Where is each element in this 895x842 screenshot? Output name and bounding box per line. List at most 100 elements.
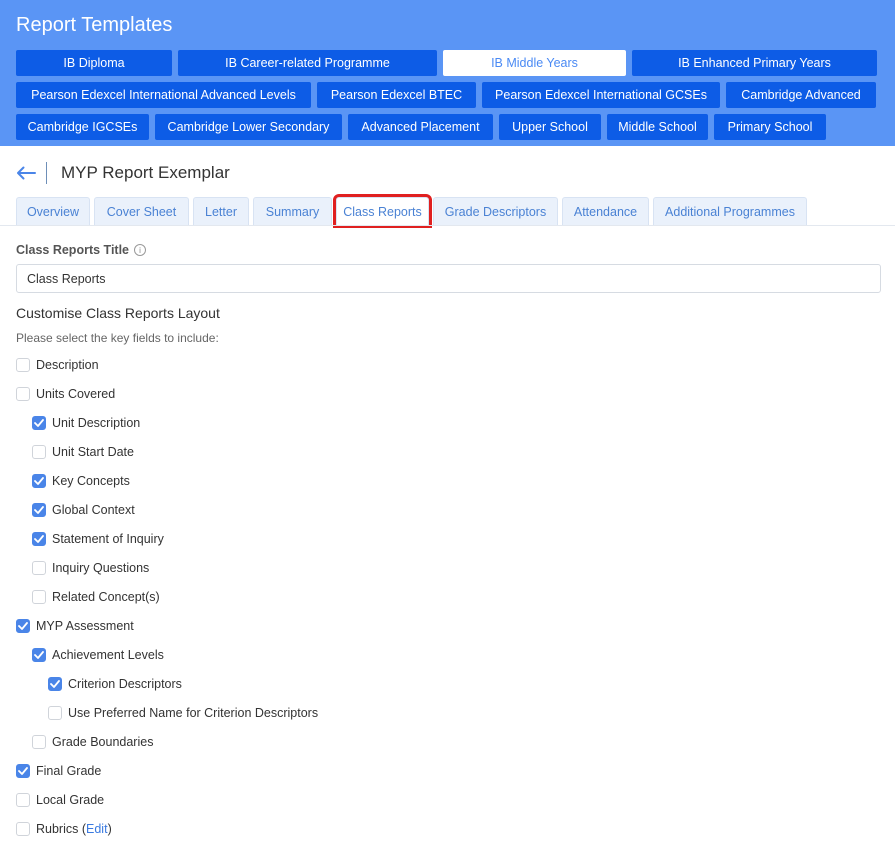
- checkbox-grade-boundaries[interactable]: [32, 735, 46, 749]
- field-row-local-grade: Local Grade: [16, 792, 104, 808]
- field-row-related-concept-s: Related Concept(s): [32, 589, 160, 605]
- checkbox-unit-start-date[interactable]: [32, 445, 46, 459]
- tab-summary[interactable]: Summary: [253, 197, 332, 225]
- checkbox-label: Related Concept(s): [52, 590, 160, 604]
- checkbox-label: Statement of Inquiry: [52, 532, 164, 546]
- tab-bar: Overview Cover Sheet Letter Summary Clas…: [16, 194, 807, 228]
- checkbox-unit-description[interactable]: [32, 416, 46, 430]
- template-button-ib-enhanced-primary[interactable]: IB Enhanced Primary Years: [632, 50, 877, 76]
- checkbox-label: Global Context: [52, 503, 135, 517]
- checkbox-label: Key Concepts: [52, 474, 130, 488]
- template-button-middle-school[interactable]: Middle School: [607, 114, 708, 140]
- checkbox-label: Description: [36, 358, 99, 372]
- checkbox-criterion-descriptors[interactable]: [48, 677, 62, 691]
- field-row-unit-description: Unit Description: [32, 415, 140, 431]
- checkbox-rubrics[interactable]: [16, 822, 30, 836]
- tab-additional-programmes[interactable]: Additional Programmes: [653, 197, 807, 225]
- tab-letter[interactable]: Letter: [193, 197, 249, 225]
- template-button-cambridge-igcses[interactable]: Cambridge IGCSEs: [16, 114, 149, 140]
- template-button-ib-middle-years[interactable]: IB Middle Years: [443, 50, 626, 76]
- checkbox-final-grade[interactable]: [16, 764, 30, 778]
- checkbox-statement-of-inquiry[interactable]: [32, 532, 46, 546]
- field-row-achievement-levels: Achievement Levels: [32, 647, 164, 663]
- tab-overview[interactable]: Overview: [16, 197, 90, 225]
- checkbox-label-text: Local Grade: [36, 793, 105, 807]
- checkbox-label: MYP Assessment: [36, 619, 134, 633]
- checkbox-label-text: Unit Start Date: [52, 445, 134, 459]
- checkbox-label: Final Grade: [36, 764, 101, 778]
- checkbox-myp-assessment[interactable]: [16, 619, 30, 633]
- tab-divider: [0, 225, 895, 226]
- header: Report Templates IB Diploma IB Career-re…: [0, 0, 895, 146]
- checkbox-description[interactable]: [16, 358, 30, 372]
- template-button-cambridge-lower-secondary[interactable]: Cambridge Lower Secondary: [155, 114, 342, 140]
- page-titlebar: MYP Report Exemplar: [16, 160, 230, 186]
- class-reports-title-label-text: Class Reports Title: [16, 243, 130, 257]
- field-row-statement-of-inquiry: Statement of Inquiry: [32, 531, 164, 547]
- checkbox-label-text: Statement of Inquiry: [52, 532, 164, 546]
- checkbox-label: Grade Boundaries: [52, 735, 153, 749]
- checkbox-achievement-levels[interactable]: [32, 648, 46, 662]
- checkbox-label-text: Rubrics: [36, 822, 79, 836]
- checkbox-label: Units Covered: [36, 387, 115, 401]
- tab-grade-descriptors[interactable]: Grade Descriptors: [433, 197, 558, 225]
- checkbox-label: Inquiry Questions: [52, 561, 149, 575]
- field-row-rubrics: Rubrics (Edit): [16, 821, 112, 837]
- template-button-pearson-igcse[interactable]: Pearson Edexcel International GCSEs: [482, 82, 720, 108]
- class-reports-title-label: Class Reports Title i: [16, 243, 147, 257]
- template-button-advanced-placement[interactable]: Advanced Placement: [348, 114, 493, 140]
- checkbox-label-text: Description: [36, 358, 99, 372]
- field-row-units-covered: Units Covered: [16, 386, 115, 402]
- checkbox-label: Unit Start Date: [52, 445, 134, 459]
- template-row-2: Pearson Edexcel International Advanced L…: [16, 82, 876, 108]
- checkbox-label: Unit Description: [52, 416, 140, 430]
- checkbox-label-text: Inquiry Questions: [52, 561, 150, 575]
- template-button-pearson-ial[interactable]: Pearson Edexcel International Advanced L…: [16, 82, 311, 108]
- checkbox-label-text: Grade Boundaries: [52, 735, 154, 749]
- info-icon[interactable]: i: [134, 244, 147, 256]
- checkbox-use-preferred-name-for-criterion-descriptors[interactable]: [48, 706, 62, 720]
- checkbox-label: Achievement Levels: [52, 648, 164, 662]
- rubrics-edit-link[interactable]: Edit: [86, 822, 108, 836]
- field-row-unit-start-date: Unit Start Date: [32, 444, 134, 460]
- tab-cover-sheet[interactable]: Cover Sheet: [94, 197, 189, 225]
- template-button-ib-career-related[interactable]: IB Career-related Programme: [178, 50, 437, 76]
- template-row-3: Cambridge IGCSEs Cambridge Lower Seconda…: [16, 114, 826, 140]
- checkbox-label: Local Grade: [36, 793, 104, 807]
- tab-attendance[interactable]: Attendance: [562, 197, 649, 225]
- checkbox-label-text: Final Grade: [36, 764, 102, 778]
- class-reports-title-input[interactable]: [16, 264, 881, 293]
- checkbox-key-concepts[interactable]: [32, 474, 46, 488]
- checkbox-related-concept-s[interactable]: [32, 590, 46, 604]
- template-button-cambridge-advanced[interactable]: Cambridge Advanced: [726, 82, 876, 108]
- field-row-description: Description: [16, 357, 99, 373]
- template-row-1: IB Diploma IB Career-related Programme I…: [16, 50, 877, 76]
- template-button-primary-school[interactable]: Primary School: [714, 114, 826, 140]
- checkbox-label: Use Preferred Name for Criterion Descrip…: [68, 706, 318, 720]
- template-button-pearson-btec[interactable]: Pearson Edexcel BTEC: [317, 82, 476, 108]
- checkbox-label-text: Unit Description: [52, 416, 141, 430]
- checkbox-label-text: Global Context: [52, 503, 135, 517]
- title-divider: [46, 162, 47, 184]
- checkbox-label-text: Use Preferred Name for Criterion Descrip…: [68, 706, 319, 720]
- checkbox-label-text: MYP Assessment: [36, 619, 134, 633]
- tab-class-reports[interactable]: Class Reports: [333, 194, 432, 228]
- template-button-upper-school[interactable]: Upper School: [499, 114, 601, 140]
- checkbox-label-text: Units Covered: [36, 387, 116, 401]
- page-title: MYP Report Exemplar: [61, 163, 230, 182]
- checkbox-label: Rubrics (Edit): [36, 822, 112, 836]
- checkbox-units-covered[interactable]: [16, 387, 30, 401]
- checkbox-label-text: Key Concepts: [52, 474, 130, 488]
- field-row-inquiry-questions: Inquiry Questions: [32, 560, 149, 576]
- field-row-global-context: Global Context: [32, 502, 135, 518]
- field-row-use-preferred-name-for-criterion-descriptors: Use Preferred Name for Criterion Descrip…: [48, 705, 318, 721]
- checkbox-local-grade[interactable]: [16, 793, 30, 807]
- template-button-ib-diploma[interactable]: IB Diploma: [16, 50, 172, 76]
- field-row-key-concepts: Key Concepts: [32, 473, 130, 489]
- checkbox-inquiry-questions[interactable]: [32, 561, 46, 575]
- checkbox-label-text: Criterion Descriptors: [68, 677, 182, 691]
- arrow-left-icon[interactable]: [16, 160, 38, 186]
- field-row-criterion-descriptors: Criterion Descriptors: [48, 676, 182, 692]
- checkbox-global-context[interactable]: [32, 503, 46, 517]
- field-row-myp-assessment: MYP Assessment: [16, 618, 134, 634]
